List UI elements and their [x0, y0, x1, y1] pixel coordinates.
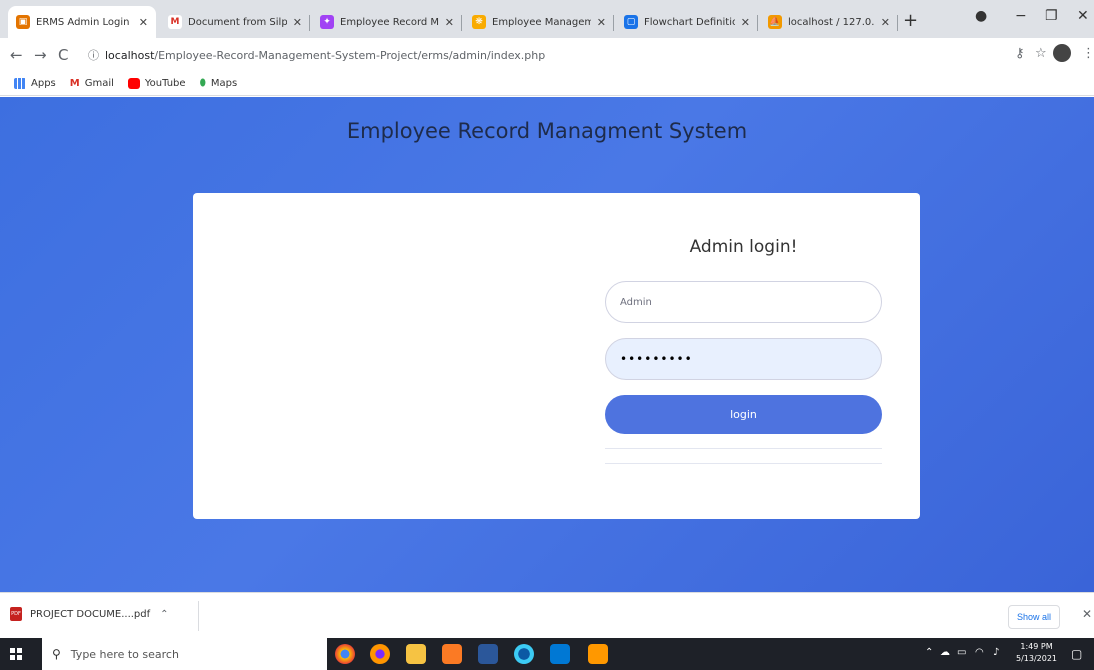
bookmark-label: Gmail [84, 78, 114, 89]
tab-employee-manageme[interactable]: ❋ Employee Manageme ✕ [464, 6, 614, 38]
minimize-icon[interactable]: − [1015, 8, 1027, 24]
youtube-icon [127, 78, 140, 89]
reload-icon[interactable]: C [58, 46, 68, 64]
clock-date: 5/13/2021 [1016, 654, 1058, 663]
info-icon[interactable]: ⓘ [88, 47, 99, 63]
extension-icon[interactable]: ● [975, 8, 987, 24]
volume-icon[interactable]: ♪ [993, 647, 999, 658]
tray-chevron-icon[interactable]: ⌃ [925, 647, 933, 658]
tab-title: Flowchart Definition [644, 16, 735, 28]
taskbar-search[interactable]: ⚲ Type here to search [42, 638, 327, 670]
tab-separator [613, 15, 614, 31]
close-tab-icon[interactable]: ✕ [741, 16, 750, 29]
vscode-icon[interactable] [550, 644, 570, 664]
menu-dots-icon[interactable]: ⋮ [1082, 46, 1094, 61]
maps-icon: ⬮ [199, 78, 206, 89]
search-placeholder: Type here to search [70, 647, 179, 661]
phpmyadmin-icon: ⛵ [768, 15, 782, 29]
page-title: Employee Record Managment System [346, 119, 748, 143]
tab-separator [757, 15, 758, 31]
notifications-icon[interactable]: ▢ [1071, 647, 1082, 661]
password-input[interactable] [605, 338, 882, 380]
bookmark-label: Apps [31, 78, 56, 89]
tab-localhost-phpmyadmin[interactable]: ⛵ localhost / 127.0.0.1 / ✕ [760, 6, 898, 38]
login-card: Admin login! login [193, 193, 920, 519]
apps-grid-icon [14, 78, 26, 89]
chevron-up-icon[interactable]: ⌃ [160, 609, 168, 620]
page-background: Employee Record Managment System Admin l… [0, 97, 1094, 592]
taskbar-clock[interactable]: 1:49 PM 5/13/2021 [1016, 641, 1057, 665]
tab-separator [461, 15, 462, 31]
tab-title: Document from Silpa [188, 16, 287, 28]
login-heading: Admin login! [689, 237, 798, 257]
download-item[interactable]: PDF PROJECT DOCUME....pdf ⌃ [10, 607, 169, 621]
tab-title: Employee Record Man [340, 16, 439, 28]
new-tab-icon[interactable]: + [903, 10, 918, 31]
back-icon[interactable]: ← [10, 46, 23, 64]
gmail-icon: M [168, 15, 182, 29]
url-path: /Employee-Record-Management-System-Proje… [154, 48, 546, 62]
close-downloads-icon[interactable]: ✕ [1082, 607, 1092, 621]
star-icon[interactable]: ☆ [1035, 46, 1047, 61]
tab-separator [897, 15, 898, 31]
onedrive-icon[interactable]: ☁ [940, 647, 950, 658]
windows-start-icon[interactable] [10, 648, 22, 660]
divider [605, 448, 882, 449]
download-separator [198, 601, 199, 631]
close-tab-icon[interactable]: ✕ [597, 16, 606, 29]
bookmark-gmail[interactable]: M Gmail [70, 78, 114, 89]
battery-icon[interactable]: ▭ [957, 647, 966, 658]
doc-icon: ▢ [624, 15, 638, 29]
divider [605, 463, 882, 464]
username-input[interactable] [605, 281, 882, 323]
sublime-icon[interactable] [588, 644, 608, 664]
login-button[interactable]: login [605, 395, 882, 434]
chrome-icon[interactable] [335, 644, 355, 664]
tab-title: ERMS Admin Login [36, 16, 130, 28]
download-filename: PROJECT DOCUME....pdf [30, 608, 151, 620]
erms-icon: ▣ [16, 15, 30, 29]
tab-flowchart-definition[interactable]: ▢ Flowchart Definition ✕ [616, 6, 758, 38]
gmail-icon: M [69, 78, 80, 89]
edge-icon[interactable] [514, 644, 534, 664]
bookmarks-bar: Apps M Gmail YouTube ⬮ Maps [0, 72, 1094, 96]
wifi-icon[interactable]: ◠ [975, 647, 984, 658]
url-host: localhost [105, 48, 155, 62]
close-tab-icon[interactable]: ✕ [445, 16, 454, 29]
tab-document-from-silpa[interactable]: M Document from Silpa ✕ [160, 6, 310, 38]
tab-erms-admin-login[interactable]: ▣ ERMS Admin Login ✕ [8, 6, 156, 38]
tab-employee-record-man[interactable]: ✦ Employee Record Man ✕ [312, 6, 462, 38]
bookmark-label: Maps [210, 78, 238, 89]
address-bar[interactable]: ⓘ localhost /Employee-Record-Management-… [88, 43, 1008, 67]
downloads-bar: PDF PROJECT DOCUME....pdf ⌃ Show all ✕ [0, 592, 1094, 638]
key-icon[interactable]: ⚷ [1015, 46, 1025, 61]
firefox-icon[interactable] [370, 644, 390, 664]
show-all-button[interactable]: Show all [1008, 605, 1061, 629]
forward-icon[interactable]: → [34, 46, 47, 64]
search-icon: ⚲ [52, 647, 61, 661]
close-tab-icon[interactable]: ✕ [881, 16, 890, 29]
tab-strip: ▣ ERMS Admin Login ✕ M Document from Sil… [0, 0, 1094, 38]
bookmark-apps[interactable]: Apps [14, 78, 56, 89]
close-window-icon[interactable]: ✕ [1077, 8, 1089, 24]
profile-avatar[interactable] [1053, 44, 1071, 62]
windows-taskbar: ⚲ Type here to search ⌃ ☁ ▭ ◠ ♪ 1:49 PM … [0, 638, 1094, 670]
word-icon[interactable] [478, 644, 498, 664]
browser-toolbar: ← → C ⓘ localhost /Employee-Record-Manag… [0, 38, 1094, 72]
file-explorer-icon[interactable] [406, 644, 426, 664]
tab-title: Employee Manageme [492, 16, 591, 28]
tab-title: localhost / 127.0.0.1 / [788, 16, 875, 28]
bookmark-label: YouTube [144, 78, 186, 89]
xampp-icon: ❋ [472, 15, 486, 29]
clock-time: 1:49 PM [1020, 642, 1053, 651]
close-tab-icon[interactable]: ✕ [139, 16, 148, 29]
tab-separator [309, 15, 310, 31]
close-tab-icon[interactable]: ✕ [293, 16, 302, 29]
maximize-icon[interactable]: ❐ [1045, 8, 1058, 24]
pdf-icon: PDF [10, 607, 22, 621]
bookmark-maps[interactable]: ⬮ Maps [200, 78, 238, 89]
app-icon: ✦ [320, 15, 334, 29]
xampp-icon[interactable] [442, 644, 462, 664]
bookmark-youtube[interactable]: YouTube [127, 78, 186, 89]
